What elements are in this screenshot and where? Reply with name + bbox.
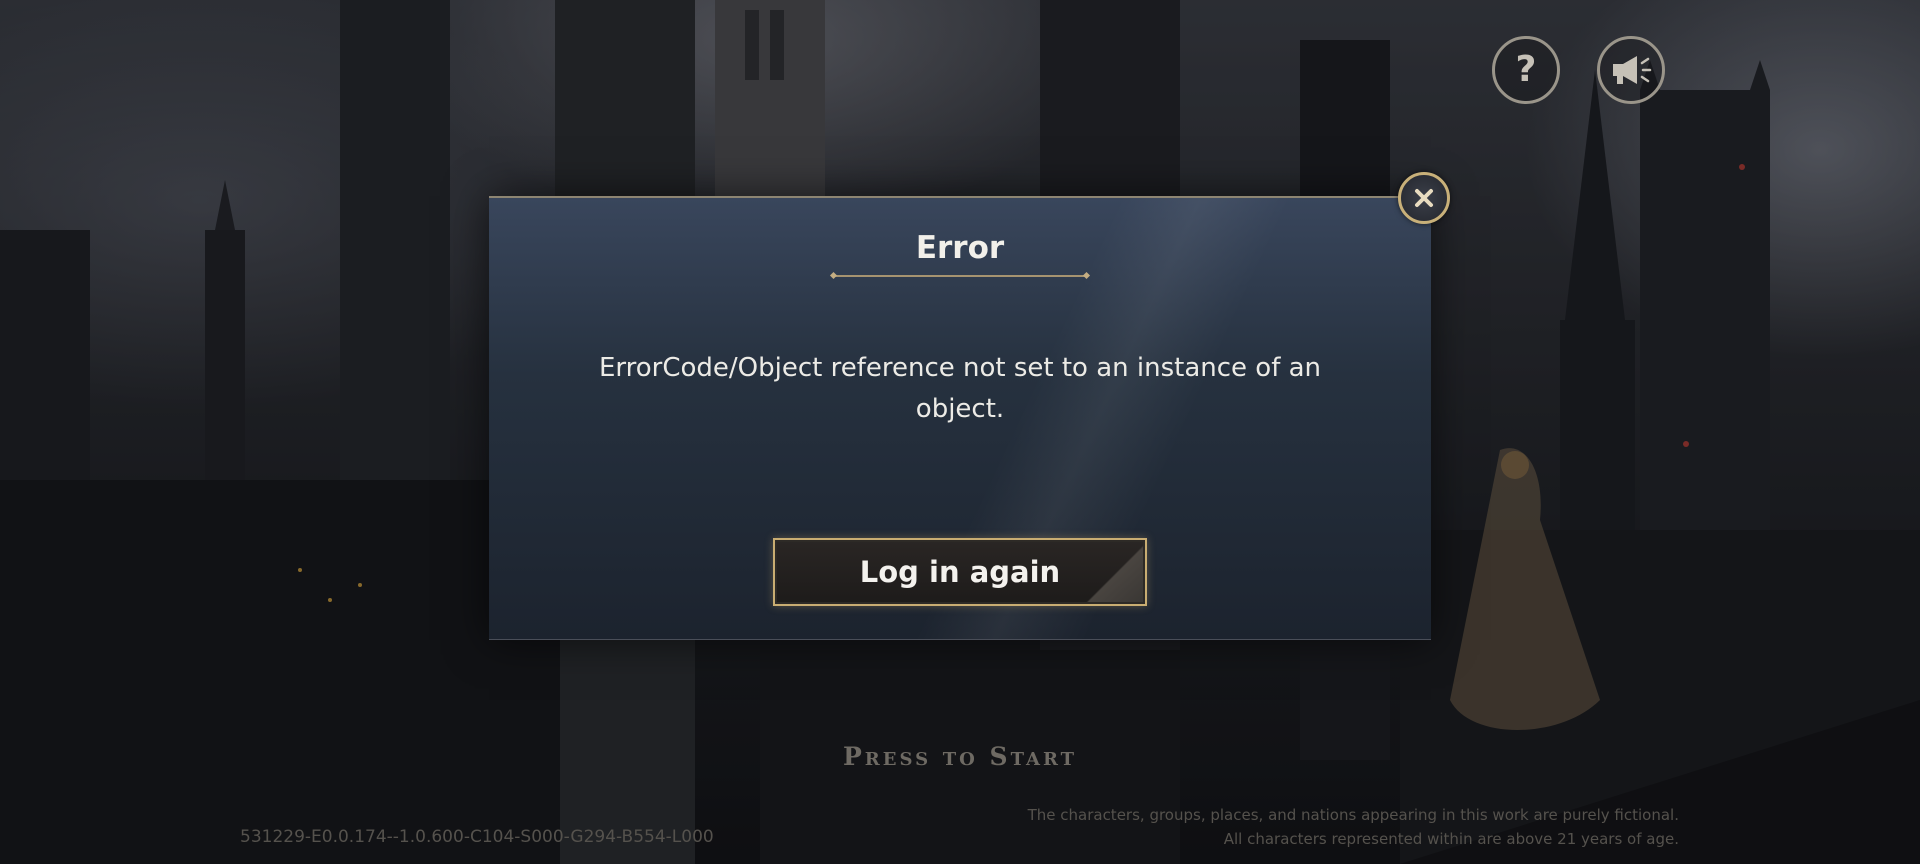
dialog-title: Error	[915, 230, 1005, 266]
disclaimer-line-1: The characters, groups, places, and nati…	[1027, 806, 1679, 824]
version-string: 531229-E0.0.174--1.0.600-C104-S000-G294-…	[240, 827, 714, 847]
title-divider	[834, 275, 1086, 277]
log-in-again-button[interactable]: Log in again	[773, 538, 1147, 606]
megaphone-icon	[1613, 56, 1652, 84]
error-message: ErrorCode/Object reference not set to an…	[598, 353, 1322, 424]
disclaimer-line-2: All characters represented within are ab…	[1223, 830, 1679, 848]
press-to-start-text[interactable]: Press to Start	[0, 742, 1920, 771]
disclaimer: The characters, groups, places, and nati…	[1028, 803, 1679, 851]
close-icon	[1415, 189, 1433, 207]
question-mark-icon: ?	[1515, 49, 1537, 90]
announcement-button[interactable]	[1597, 36, 1665, 104]
help-button[interactable]: ?	[1492, 36, 1560, 104]
error-dialog: Error ErrorCode/Object reference not set…	[489, 196, 1431, 640]
close-dialog-button[interactable]	[1398, 172, 1450, 224]
game-screen[interactable]: ? Error ErrorCode/Object reference not s…	[0, 0, 1920, 864]
